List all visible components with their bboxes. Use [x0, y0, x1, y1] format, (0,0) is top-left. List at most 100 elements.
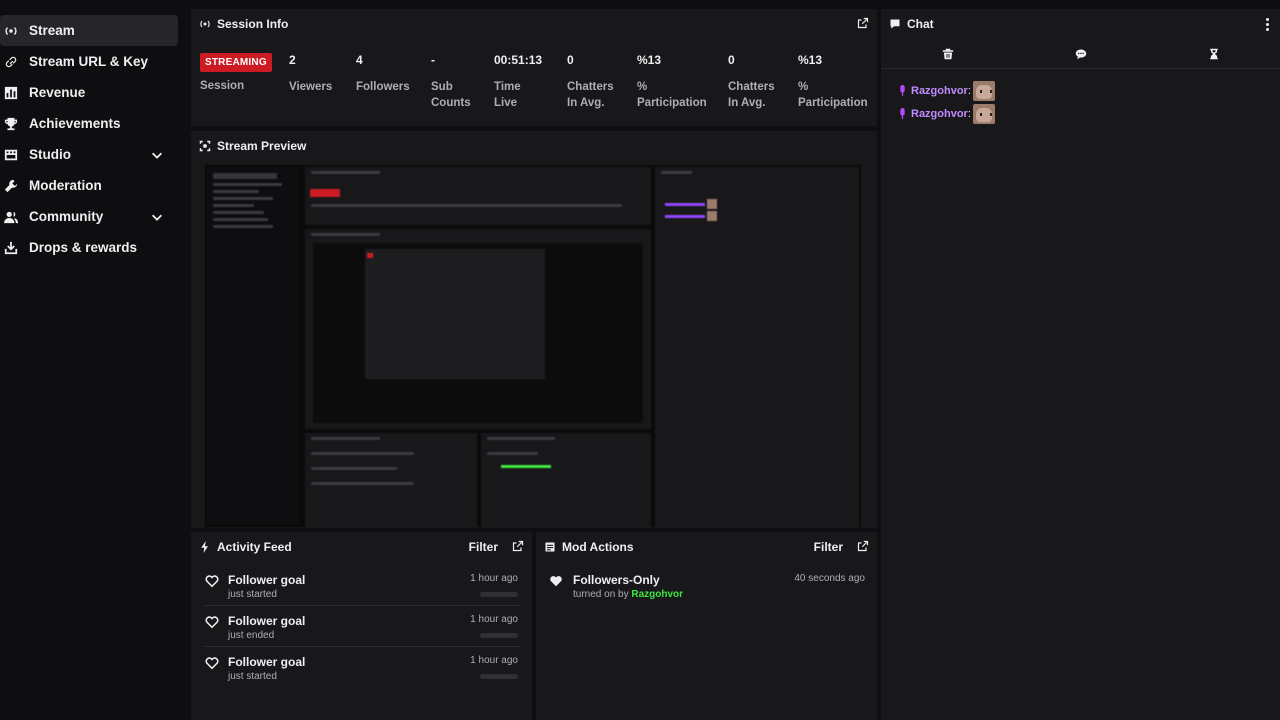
moderator-name[interactable]: Razgohvor — [631, 589, 683, 600]
popout-icon[interactable] — [857, 17, 869, 32]
sidebar-item-label: Moderation — [29, 178, 102, 193]
preview-chat — [655, 167, 859, 527]
mic-icon — [899, 107, 906, 120]
mod-actions-panel: Mod Actions Filter Followers-Only turned… — [536, 532, 877, 720]
preview-stream-preview — [305, 229, 651, 429]
broadcast-icon — [199, 18, 211, 30]
panel-title: Mod Actions — [562, 540, 634, 554]
stat-chatters-avg: 0 Chatters In Avg. — [728, 53, 783, 111]
panel-title: Session Info — [217, 17, 289, 31]
sidebar-item-drops-rewards[interactable]: Drops & rewards — [0, 232, 178, 263]
session-info-panel: Session Info STREAMING Session 2 Viewers… — [191, 9, 877, 126]
mic-icon — [899, 84, 906, 97]
gift-icon — [4, 241, 18, 255]
link-icon — [4, 55, 18, 69]
sidebar-item-stream-url-key[interactable]: Stream URL & Key — [0, 46, 178, 77]
preview-session-info — [305, 167, 651, 225]
chat-username[interactable]: Razgohvor — [911, 108, 968, 120]
sidebar-item-moderation[interactable]: Moderation — [0, 170, 178, 201]
stat-label: Session — [200, 80, 245, 92]
stat-label: Time Live — [494, 81, 521, 109]
stat-label: Chatters In Avg. — [567, 81, 614, 109]
sidebar-item-label: Drops & rewards — [29, 240, 138, 255]
preview-activity-feed — [305, 433, 477, 527]
stat-value: 2 — [289, 53, 296, 67]
progress-bar — [480, 633, 518, 638]
session-stats: STREAMING Session 2 Viewers 4 Followers … — [191, 39, 877, 119]
stream-preview-video[interactable] — [205, 165, 861, 527]
stat-label: % Participation — [637, 81, 707, 109]
progress-bar — [480, 592, 518, 597]
sidebar-item-label: Studio — [29, 147, 71, 162]
filter-button[interactable]: Filter — [469, 540, 498, 554]
sidebar-item-label: Achievements — [29, 116, 121, 131]
trash-icon[interactable] — [881, 48, 1014, 60]
stat-label: Chatters In Avg. — [728, 81, 775, 109]
panel-header: Stream Preview — [191, 131, 877, 161]
stat-chatters-avg: 0 Chatters In Avg. — [567, 53, 622, 111]
wrench-icon — [4, 179, 18, 193]
stat-value: 0 — [728, 53, 735, 67]
sidebar: Stream Stream URL & Key Revenue Achievem… — [0, 0, 186, 720]
stat-sub-counts: - Sub Counts — [431, 53, 476, 111]
popout-icon[interactable] — [857, 540, 869, 555]
heart-icon — [549, 574, 563, 588]
item-title: Follower goal — [228, 614, 306, 628]
chat-bubble-icon[interactable] — [1014, 48, 1147, 60]
stat-participation: %13 % Participation — [798, 53, 873, 111]
more-options-icon[interactable] — [1266, 17, 1270, 31]
stat-value: 4 — [356, 53, 363, 67]
stream-icon — [4, 24, 18, 38]
list-item[interactable]: Follower goal just ended 1 hour ago — [203, 606, 520, 647]
stream-preview-panel: Stream Preview — [191, 131, 877, 528]
item-subtitle: just started — [228, 589, 277, 600]
preview-icon — [199, 140, 211, 152]
list-item[interactable]: Follower goal just started 1 hour ago — [203, 647, 520, 688]
item-time: 1 hour ago — [470, 573, 518, 584]
item-time: 40 seconds ago — [794, 573, 865, 584]
chevron-down-icon[interactable] — [150, 210, 164, 224]
stat-value: - — [431, 53, 435, 67]
chat-message[interactable]: Razgohvor : — [881, 79, 1280, 102]
list-item[interactable]: Followers-Only turned on by Razgohvor 40… — [548, 562, 865, 612]
item-subtitle: just ended — [228, 630, 275, 641]
popout-icon[interactable] — [512, 540, 524, 555]
sidebar-item-label: Revenue — [29, 85, 86, 100]
chevron-down-icon[interactable] — [150, 148, 164, 162]
panel-header: Activity Feed Filter — [191, 532, 532, 562]
cat-emote-icon — [972, 103, 995, 124]
stat-viewers: 2 Viewers — [289, 53, 332, 95]
stat-label: Followers — [356, 81, 410, 93]
chat-colon: : — [967, 107, 971, 120]
stat-participation: %13 % Participation — [637, 53, 712, 111]
stat-label: Sub Counts — [431, 81, 471, 109]
stat-value: %13 — [798, 53, 823, 67]
trophy-icon — [4, 117, 18, 131]
status-badge: STREAMING — [200, 53, 272, 72]
activity-feed-panel: Activity Feed Filter Follower goal just … — [191, 532, 532, 720]
panel-title: Activity Feed — [217, 540, 292, 554]
stat-followers: 4 Followers — [356, 53, 410, 95]
film-icon — [4, 148, 18, 162]
sidebar-item-studio[interactable]: Studio — [0, 139, 178, 170]
list-item[interactable]: Follower goal just started 1 hour ago — [203, 565, 520, 606]
item-time: 1 hour ago — [470, 655, 518, 666]
panel-title: Chat — [907, 17, 934, 31]
chat-message[interactable]: Razgohvor : — [881, 102, 1280, 125]
sidebar-item-label: Community — [29, 209, 104, 224]
sidebar-item-community[interactable]: Community — [0, 201, 178, 232]
stat-value: 00:51:13 — [494, 53, 543, 67]
sidebar-item-revenue[interactable]: Revenue — [0, 77, 178, 108]
heart-icon — [205, 656, 219, 670]
chat-username[interactable]: Razgohvor — [911, 85, 968, 97]
preview-sidebar — [207, 167, 299, 525]
sidebar-item-achievements[interactable]: Achievements — [0, 108, 178, 139]
hourglass-icon[interactable] — [1147, 48, 1280, 60]
heart-icon — [205, 615, 219, 629]
panel-header: Session Info — [191, 9, 877, 39]
stat-value: 0 — [567, 53, 574, 67]
chat-icon — [889, 18, 901, 30]
chart-icon — [4, 86, 18, 100]
filter-button[interactable]: Filter — [814, 540, 843, 554]
sidebar-item-stream[interactable]: Stream — [0, 15, 178, 46]
